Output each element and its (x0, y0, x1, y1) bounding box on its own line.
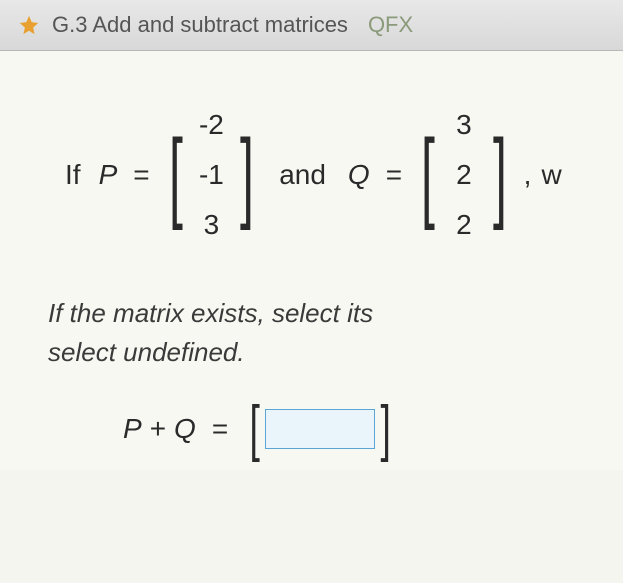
lesson-code: QFX (368, 12, 413, 38)
answer-input[interactable] (265, 409, 375, 449)
answer-expression: P + Q = [ ] (115, 407, 593, 450)
star-icon (18, 14, 40, 36)
variable-p: P (99, 159, 118, 191)
left-bracket-icon: [ (169, 140, 183, 210)
matrix-p: [ -2 -1 3 ] (162, 101, 262, 249)
matrix-q-cell: 2 (448, 159, 480, 191)
matrix-q: [ 3 2 2 ] (414, 101, 514, 249)
comma: , (524, 159, 532, 191)
matrix-p-cell: -1 (195, 159, 227, 191)
problem-content: If P = [ -2 -1 3 ] and Q = [ 3 2 2 ] , w (0, 51, 623, 470)
instruction-line: select undefined. (48, 333, 593, 372)
trailing-text: w (541, 159, 561, 191)
answer-var-q: Q (174, 413, 196, 445)
if-label: If (65, 159, 81, 191)
lesson-header: G.3 Add and subtract matrices QFX (0, 0, 623, 51)
matrix-p-column: -2 -1 3 (189, 101, 233, 249)
instruction-text: If the matrix exists, select its select … (48, 294, 593, 372)
answer-var-p: P (123, 413, 142, 445)
equals-sign: = (386, 159, 402, 191)
equals-sign: = (133, 159, 149, 191)
answer-equals: = (212, 413, 228, 445)
left-bracket-icon: [ (421, 140, 435, 210)
right-bracket-icon: ] (493, 140, 507, 210)
lesson-title: G.3 Add and subtract matrices (52, 12, 348, 38)
right-bracket-icon: ] (381, 407, 391, 450)
right-bracket-icon: ] (240, 140, 254, 210)
and-label: and (279, 159, 326, 191)
left-bracket-icon: [ (250, 407, 260, 450)
instruction-line: If the matrix exists, select its (48, 294, 593, 333)
problem-statement: If P = [ -2 -1 3 ] and Q = [ 3 2 2 ] , w (65, 101, 593, 249)
matrix-q-cell: 3 (448, 109, 480, 141)
matrix-p-cell: -2 (195, 109, 227, 141)
plus-sign: + (150, 413, 166, 445)
variable-q: Q (348, 159, 370, 191)
matrix-q-column: 3 2 2 (442, 101, 486, 249)
matrix-p-cell: 3 (195, 209, 227, 241)
answer-matrix: [ ] (246, 407, 394, 450)
matrix-q-cell: 2 (448, 209, 480, 241)
